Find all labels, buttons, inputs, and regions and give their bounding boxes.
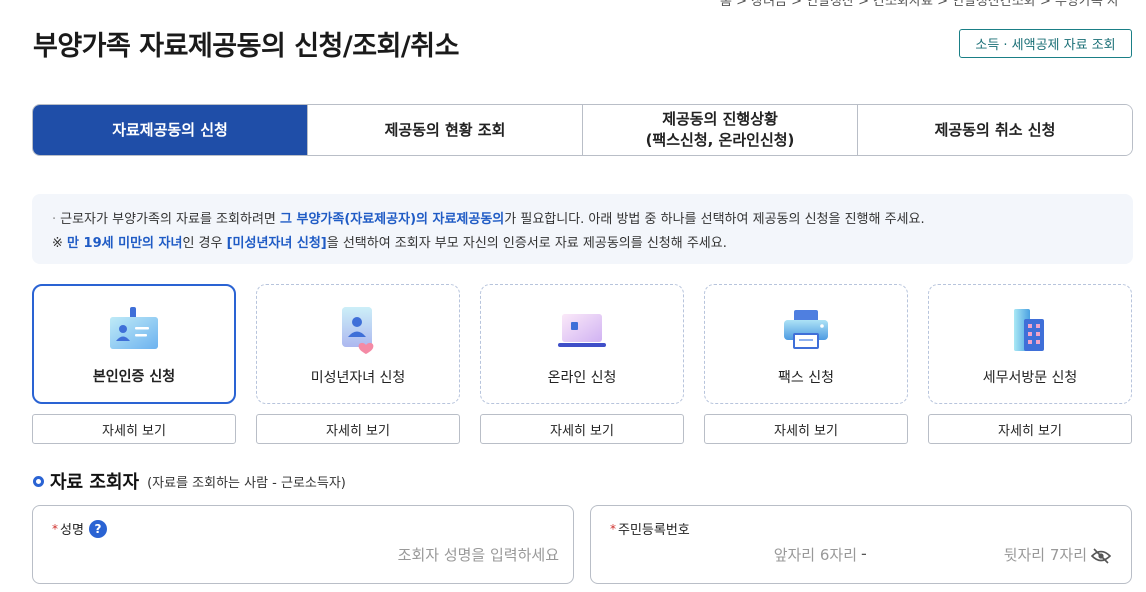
name-input[interactable]: [259, 546, 559, 564]
method-label: 본인인증 신청: [92, 369, 176, 385]
fax-printer-icon: [780, 305, 832, 355]
method-minor-child: 미성년자녀 신청 자세히 보기: [256, 284, 460, 444]
notice-line-2: ※ 만 19세 미만의 자녀인 경우 [미성년자녀 신청]을 선택하여 조회자 …: [52, 232, 1113, 256]
tab-consent-progress[interactable]: 제공동의 진행상황 (팩스신청, 온라인신청): [583, 105, 858, 155]
child-heart-icon: [332, 305, 384, 355]
method-office-visit: 세무서방문 신청 자세히 보기: [928, 284, 1132, 444]
method-card-self-auth[interactable]: 본인인증 신청: [32, 284, 236, 404]
eye-slash-icon[interactable]: [1090, 548, 1112, 564]
name-field: * 성명 ?: [32, 505, 574, 584]
method-card-fax[interactable]: 팩스 신청: [704, 284, 908, 404]
name-label-text: 성명: [60, 523, 84, 538]
tab-label-line2: (팩스신청, 온라인신청): [645, 131, 795, 149]
notice-line-1: · 근로자가 부양가족의 자료를 조회하려면 그 부양가족(자료제공자)의 자료제…: [52, 208, 1113, 232]
tab-label-line1: 제공동의 진행상황: [662, 110, 778, 128]
notice-highlight: 그 부양가족(자료제공자)의 자료제공동의: [280, 212, 505, 227]
rrn-separator: -: [861, 544, 867, 563]
method-fax: 팩스 신청 자세히 보기: [704, 284, 908, 444]
notice-text: 을 선택하여 조회자 부모 자신의 인증서로 자료 제공동의를 신청해 주세요.: [326, 236, 727, 251]
deduction-data-lookup-button[interactable]: 소득 · 세액공제 자료 조회: [959, 29, 1132, 58]
laptop-icon: [556, 305, 608, 355]
id-card-icon: [108, 304, 160, 354]
method-label: 미성년자녀 신청: [310, 370, 406, 386]
section-title: 자료 조회자 (자료를 조회하는 사람 - 근로소득자): [33, 468, 346, 494]
tab-consent-apply[interactable]: 자료제공동의 신청: [33, 105, 308, 155]
tab-bar: 자료제공동의 신청 제공동의 현황 조회 제공동의 진행상황 (팩스신청, 온라…: [32, 104, 1133, 156]
detail-button[interactable]: 자세히 보기: [704, 414, 908, 444]
tab-label: 자료제공동의 신청: [112, 120, 228, 139]
rrn-label-text: 주민등록번호: [618, 523, 690, 538]
notice-highlight: 만 19세 미만의 자녀: [67, 236, 183, 251]
notice-highlight: [미성년자녀 신청]: [226, 236, 327, 251]
rrn-field: * 주민등록번호 -: [590, 505, 1132, 584]
required-mark: *: [52, 521, 58, 536]
detail-button[interactable]: 자세히 보기: [32, 414, 236, 444]
name-label: * 성명 ?: [52, 519, 107, 538]
method-self-auth: 본인인증 신청 자세히 보기: [32, 284, 236, 444]
tab-label: 제공동의 진행상황 (팩스신청, 온라인신청): [646, 109, 795, 151]
rrn-back-input[interactable]: [891, 546, 1087, 564]
tab-consent-status[interactable]: 제공동의 현황 조회: [308, 105, 583, 155]
detail-button[interactable]: 자세히 보기: [928, 414, 1132, 444]
required-mark: *: [610, 521, 616, 536]
bullet: ·: [52, 212, 57, 227]
method-label: 세무서방문 신청: [982, 370, 1078, 386]
method-card-office-visit[interactable]: 세무서방문 신청: [928, 284, 1132, 404]
method-cards: 본인인증 신청 자세히 보기 미성년자녀 신청 자세히 보기 온라인 신청 자세…: [32, 284, 1133, 444]
breadcrumb: 홈 > 장려금 > 연말정산 > 간소화자료 > 연말정산간소화 > 부양가족 …: [720, 0, 1119, 8]
tab-label: 제공동의 현황 조회: [384, 120, 506, 139]
method-card-minor-child[interactable]: 미성년자녀 신청: [256, 284, 460, 404]
method-label: 팩스 신청: [778, 370, 834, 386]
detail-button[interactable]: 자세히 보기: [256, 414, 460, 444]
section-bullet-icon: [33, 475, 44, 487]
notice-text: 가 필요합니다. 아래 방법 중 하나를 선택하여 제공동의 신청을 진행해 주…: [504, 212, 925, 227]
section-heading: 자료 조회자: [50, 472, 140, 493]
tab-label: 제공동의 취소 신청: [934, 120, 1056, 139]
method-card-online[interactable]: 온라인 신청: [480, 284, 684, 404]
method-online: 온라인 신청 자세히 보기: [480, 284, 684, 444]
notice-box: · 근로자가 부양가족의 자료를 조회하려면 그 부양가족(자료제공자)의 자료제…: [32, 194, 1133, 264]
office-building-icon: [1004, 305, 1056, 355]
help-icon[interactable]: ?: [88, 519, 107, 538]
notice-text: 인 경우: [182, 236, 227, 251]
tab-consent-cancel[interactable]: 제공동의 취소 신청: [858, 105, 1132, 155]
page-title: 부양가족 자료제공동의 신청/조회/취소: [33, 31, 459, 62]
rrn-label: * 주민등록번호: [610, 519, 690, 539]
note-mark: ※: [52, 236, 63, 251]
rrn-front-input[interactable]: [651, 546, 857, 564]
section-subheading: (자료를 조회하는 사람 - 근로소득자): [147, 475, 346, 491]
notice-text: 근로자가 부양가족의 자료를 조회하려면: [60, 212, 280, 227]
method-label: 온라인 신청: [547, 370, 617, 386]
detail-button[interactable]: 자세히 보기: [480, 414, 684, 444]
